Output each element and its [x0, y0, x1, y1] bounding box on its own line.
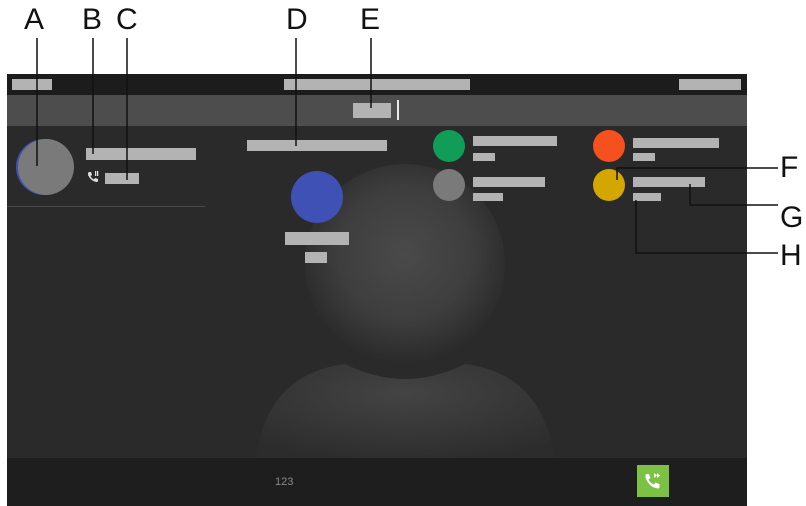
- callout-lines: [36, 38, 778, 254]
